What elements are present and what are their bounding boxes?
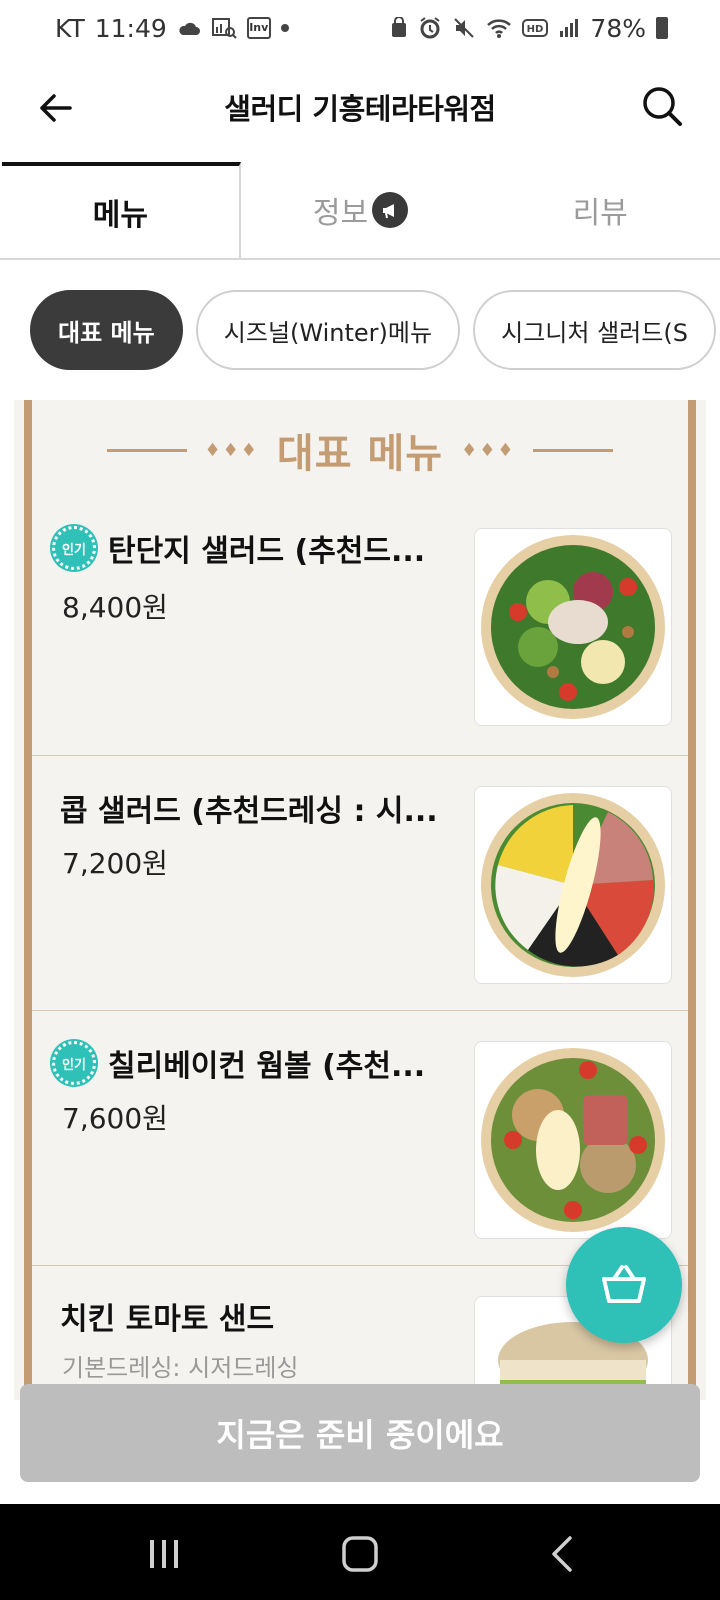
section-line xyxy=(533,448,614,452)
tab-info[interactable]: 정보 xyxy=(241,162,481,258)
menu-item-price: 7,600원 xyxy=(62,1102,168,1135)
recents-icon xyxy=(150,1540,178,1568)
menu-item-name: 칠리베이컨 웜볼 (추천... xyxy=(108,1049,426,1084)
section-ornament: ♦♦♦ xyxy=(461,439,516,461)
menu-item-name-row: 치킨 토마토 샌드 xyxy=(60,1294,274,1338)
app-header: 샐러디 기흥테라타워점 xyxy=(0,64,720,152)
store-tabs: 메뉴 정보 리뷰 xyxy=(0,162,720,260)
menu-item-name-row: 콥 샐러드 (추천드레싱 : 시... xyxy=(60,786,438,830)
section-line xyxy=(106,448,187,452)
inv-app-icon: Inv xyxy=(246,17,271,39)
menu-item-name-row: 인기 칠리베이컨 웜볼 (추천... xyxy=(52,1041,425,1085)
tab-review-label: 리뷰 xyxy=(572,196,628,231)
wifi-icon xyxy=(486,17,512,39)
warm-bowl-image xyxy=(474,1041,672,1239)
cobb-salad-image xyxy=(474,786,672,984)
order-unavailable-button[interactable]: 지금은 준비 중이에요 xyxy=(20,1384,700,1482)
status-right: HD 78% xyxy=(390,14,668,43)
battery-percent: 78% xyxy=(590,13,646,43)
search-button[interactable] xyxy=(640,84,686,130)
vpn-icon xyxy=(390,17,408,39)
menu-item-description: 기본드레싱: 시저드레싱 xyxy=(62,1354,299,1382)
gallery-icon xyxy=(211,17,237,39)
menu-item-name: 콥 샐러드 (추천드레싱 : 시... xyxy=(60,794,438,829)
home-icon xyxy=(342,1536,378,1572)
salad-bowl-image xyxy=(474,528,672,726)
tab-menu[interactable]: 메뉴 xyxy=(2,162,241,258)
tab-menu-label: 메뉴 xyxy=(92,198,148,233)
menu-item-name: 탄단지 샐러드 (추천드... xyxy=(108,534,426,569)
menu-item[interactable]: 인기 탄단지 샐러드 (추천드... 8,400원 xyxy=(32,496,688,756)
menu-item-price: 8,400원 xyxy=(62,591,168,624)
popular-badge: 인기 xyxy=(52,526,96,570)
menu-item-name: 치킨 토마토 샌드 xyxy=(60,1302,275,1337)
search-icon xyxy=(643,87,682,126)
category-chips: 대표 메뉴 시즈널(Winter)메뉴 시그니처 샐러드(S xyxy=(0,290,720,370)
cloud-icon xyxy=(177,20,201,36)
signal-icon xyxy=(558,17,580,39)
chevron-left-icon xyxy=(552,1536,572,1572)
menu-item[interactable]: 인기 칠리베이컨 웜볼 (추천... 7,600원 xyxy=(32,1011,688,1266)
menu-item-price: 7,200원 xyxy=(62,847,168,880)
popular-badge: 인기 xyxy=(52,1041,96,1085)
home-button[interactable] xyxy=(336,1530,384,1578)
chip-signature-menu[interactable]: 대표 메뉴 xyxy=(30,290,183,370)
svg-text:HD: HD xyxy=(527,24,544,35)
status-left: KT 11:49 Inv xyxy=(55,14,289,43)
system-nav-bar xyxy=(0,1504,720,1600)
recent-apps-button[interactable] xyxy=(140,1530,188,1578)
alarm-icon xyxy=(418,16,442,40)
system-back-button[interactable] xyxy=(540,1530,588,1578)
section-header: ♦♦♦ 대표 메뉴 ♦♦♦ xyxy=(14,420,706,480)
menu-item[interactable]: 콥 샐러드 (추천드레싱 : 시... 7,200원 xyxy=(32,756,688,1011)
section-ornament: ♦♦♦ xyxy=(204,439,259,461)
basket-icon xyxy=(602,1265,646,1303)
cart-button[interactable] xyxy=(566,1227,682,1343)
status-bar: KT 11:49 Inv HD 78% xyxy=(0,0,720,56)
tab-info-label: 정보 xyxy=(312,196,369,231)
battery-icon xyxy=(656,17,668,39)
board-left-rail xyxy=(24,400,32,1400)
mute-icon xyxy=(452,16,476,40)
chip-signature-salad[interactable]: 시그니처 샐러드(S xyxy=(473,290,716,370)
chip-seasonal-menu[interactable]: 시즈널(Winter)메뉴 xyxy=(195,290,461,370)
tab-review[interactable]: 리뷰 xyxy=(480,162,720,258)
hd-icon: HD xyxy=(522,18,549,38)
page-title: 샐러디 기흥테라타워점 xyxy=(224,92,496,126)
board-right-rail xyxy=(688,400,696,1400)
menu-item-name-row: 인기 탄단지 샐러드 (추천드... xyxy=(52,526,425,570)
clock: 11:49 xyxy=(94,13,167,43)
cta-spacer xyxy=(0,1482,720,1504)
section-title: 대표 메뉴 xyxy=(276,431,444,477)
carrier-label: KT xyxy=(55,13,85,43)
notification-dot-icon xyxy=(280,24,289,32)
megaphone-icon xyxy=(372,192,409,228)
